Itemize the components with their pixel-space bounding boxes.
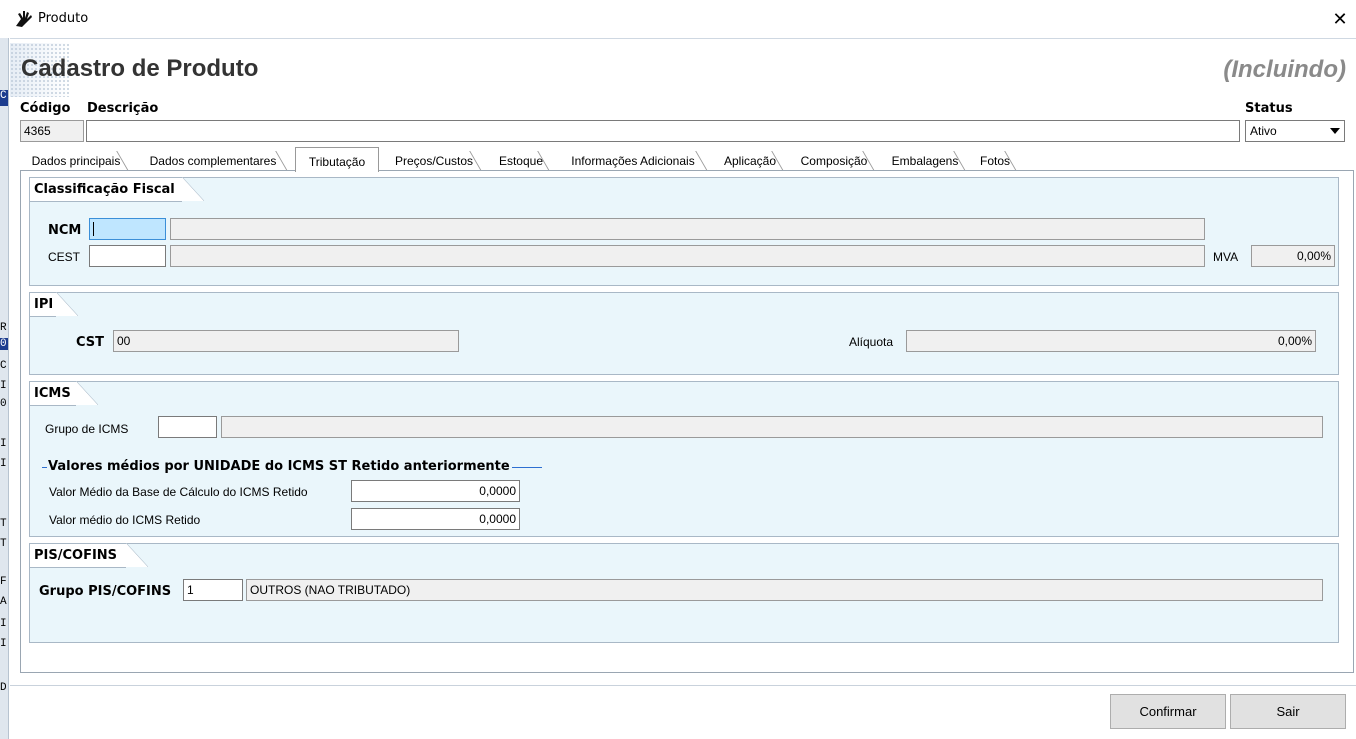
icms-group: ICMS Grupo de ICMS Valores médios por UN… xyxy=(29,381,1339,537)
title-bar: Produto ✕ xyxy=(0,0,1356,38)
tab-precos-custos[interactable]: Preços/Custos xyxy=(386,151,482,171)
tab-dados-complementares[interactable]: Dados complementares xyxy=(138,151,288,171)
bg-glyph: I xyxy=(0,380,7,392)
valor-icms-field[interactable]: 0,0000 xyxy=(351,508,520,530)
bg-glyph: T xyxy=(0,538,7,550)
tab-dados-principais[interactable]: Dados principais xyxy=(23,151,129,171)
grupo-pis-label: Grupo PIS/COFINS xyxy=(39,584,172,599)
exit-button[interactable]: Sair xyxy=(1230,694,1346,729)
grupo-pis-field[interactable]: 1 xyxy=(183,579,243,601)
bg-glyph: 0 xyxy=(0,338,8,350)
ipi-aliquota-label: Alíquota xyxy=(849,335,894,349)
page-title: Cadastro de Produto xyxy=(21,55,259,82)
close-icon[interactable]: ✕ xyxy=(1330,8,1350,30)
grupo-pis-description: OUTROS (NAO TRIBUTADO) xyxy=(246,579,1323,601)
pis-cofins-group: PIS/COFINS Grupo PIS/COFINS 1 OUTROS (NA… xyxy=(29,543,1339,643)
background-window-strip: C R 0 C I 0 I I T T F A I I D xyxy=(0,38,9,739)
tab-tributacao[interactable]: Tributação xyxy=(295,147,379,172)
bg-glyph: T xyxy=(0,518,7,530)
bg-glyph: I xyxy=(0,438,7,450)
ncm-description xyxy=(170,218,1205,240)
window-title: Produto xyxy=(38,11,89,26)
tab-composicao[interactable]: Composição xyxy=(793,151,875,171)
descricao-label: Descrição xyxy=(87,101,159,116)
confirm-button[interactable]: Confirmar xyxy=(1110,694,1226,729)
mva-label: MVA xyxy=(1213,250,1239,264)
grupo-icms-description xyxy=(221,416,1323,438)
cest-description xyxy=(170,245,1205,267)
bg-glyph: I xyxy=(0,618,7,630)
mode-indicator: (Incluindo) xyxy=(1223,56,1346,83)
ipi-group: IPI CST 00 Alíquota 0,00% xyxy=(29,292,1339,375)
tab-embalagens[interactable]: Embalagens xyxy=(884,151,966,171)
cest-field[interactable] xyxy=(89,245,166,267)
status-value: Ativo xyxy=(1250,124,1277,138)
form-header: Cadastro de Produto (Incluindo) xyxy=(10,43,1356,97)
tributacao-panel: Classificação Fiscal NCM CEST MVA 0,00% … xyxy=(20,170,1354,673)
classificacao-fiscal-group: Classificação Fiscal NCM CEST MVA 0,00% xyxy=(29,177,1339,286)
tab-informacoes-adicionais[interactable]: Informações Adicionais xyxy=(558,151,708,171)
bg-glyph: C xyxy=(0,90,8,106)
group-title: ICMS xyxy=(30,381,98,406)
group-title: Classificação Fiscal xyxy=(30,177,204,202)
bg-glyph: A xyxy=(0,596,7,608)
base-calculo-label: Valor Médio da Base de Cálculo do ICMS R… xyxy=(49,485,308,499)
valor-icms-label: Valor médio do ICMS Retido xyxy=(49,513,201,527)
grupo-icms-field[interactable] xyxy=(158,416,217,438)
ipi-cst-field[interactable]: 00 xyxy=(113,330,459,352)
tab-fotos[interactable]: Fotos xyxy=(973,151,1017,171)
bg-glyph: I xyxy=(0,458,7,470)
footer-bar: Confirmar Sair xyxy=(10,685,1356,735)
bg-glyph: I xyxy=(0,638,7,650)
status-select[interactable]: Ativo xyxy=(1245,120,1345,142)
cest-label: CEST xyxy=(48,250,81,264)
grupo-icms-label: Grupo de ICMS xyxy=(45,422,129,436)
tab-aplicacao[interactable]: Aplicação xyxy=(716,151,784,171)
base-calculo-field[interactable]: 0,0000 xyxy=(351,480,520,502)
descricao-field[interactable] xyxy=(86,120,1240,142)
bg-glyph: R xyxy=(0,322,7,334)
hand-app-icon xyxy=(16,11,32,27)
group-title: PIS/COFINS xyxy=(30,543,148,568)
codigo-label: Código xyxy=(20,101,71,116)
bg-glyph: C xyxy=(0,360,7,372)
bg-glyph: 0 xyxy=(0,398,7,410)
main-window: Cadastro de Produto (Incluindo) Código 4… xyxy=(10,38,1356,739)
bg-glyph: D xyxy=(0,682,7,694)
ipi-cst-label: CST xyxy=(76,335,105,350)
mva-field[interactable]: 0,00% xyxy=(1251,245,1335,267)
ipi-aliquota-field[interactable]: 0,00% xyxy=(906,330,1316,352)
ncm-label: NCM xyxy=(48,223,82,238)
status-label: Status xyxy=(1245,101,1293,116)
tab-strip: Dados principais Dados complementares Tr… xyxy=(20,147,1354,172)
tab-estoque[interactable]: Estoque xyxy=(492,151,550,171)
group-title: IPI xyxy=(30,292,78,317)
codigo-field[interactable]: 4365 xyxy=(20,120,84,142)
chevron-down-icon xyxy=(1330,128,1340,134)
bg-glyph: F xyxy=(0,576,7,588)
icms-st-subheading: Valores médios por UNIDADE do ICMS ST Re… xyxy=(42,459,542,474)
ncm-field[interactable] xyxy=(89,218,166,240)
